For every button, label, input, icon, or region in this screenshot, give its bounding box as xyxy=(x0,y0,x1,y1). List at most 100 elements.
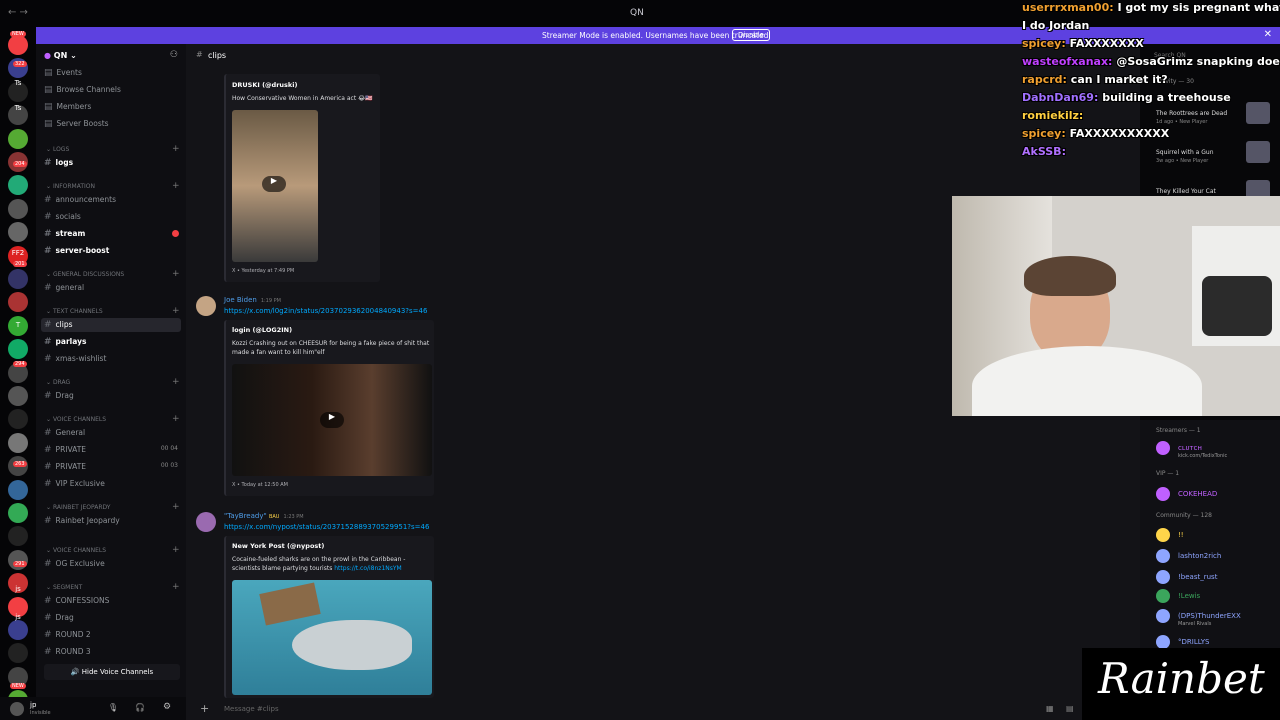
category-information[interactable]: ⌄ INFORMATION xyxy=(46,183,95,190)
avatar[interactable] xyxy=(1156,589,1170,603)
add-channel-icon[interactable]: + xyxy=(172,582,180,592)
server-icon[interactable] xyxy=(8,386,28,406)
channel-item-confessions[interactable]: # CONFESSIONS xyxy=(44,596,184,606)
server-icon[interactable] xyxy=(8,128,28,149)
channel-item-xmas-wishlist[interactable]: # xmas-wishlist xyxy=(44,354,184,364)
activity-title[interactable]: They Killed Your Cat xyxy=(1156,188,1216,195)
add-channel-icon[interactable]: + xyxy=(172,181,180,191)
headphones-icon[interactable]: 🎧 xyxy=(135,703,145,712)
play-icon[interactable]: ▶ xyxy=(320,412,344,428)
back-forward-icon[interactable]: ← → xyxy=(8,7,28,18)
gift-icon[interactable]: ▦ xyxy=(1046,704,1054,713)
server-label[interactable]: js xyxy=(8,607,28,627)
embed-author[interactable]: New York Post (@nypost) xyxy=(232,542,324,550)
add-channel-icon[interactable]: + xyxy=(172,502,180,512)
avatar[interactable] xyxy=(1156,549,1170,563)
embed-image[interactable] xyxy=(232,580,432,695)
add-channel-icon[interactable]: + xyxy=(172,545,180,555)
embed-author[interactable]: login (@LOG2IN) xyxy=(232,326,292,334)
avatar[interactable] xyxy=(196,296,216,316)
avatar[interactable] xyxy=(1156,528,1170,542)
channel-item-drag[interactable]: # Drag xyxy=(44,613,184,623)
message-link[interactable]: https://x.com/nypost/status/203715288937… xyxy=(224,523,429,531)
category-logs[interactable]: ⌄ LOGS xyxy=(46,146,69,153)
server-icon[interactable] xyxy=(8,35,28,55)
embed-author[interactable]: DRUSKI (@druski) xyxy=(232,81,297,89)
hide-voice-channels-button[interactable]: 🔊 Hide Voice Channels xyxy=(44,664,180,680)
add-member-icon[interactable]: ⚇ xyxy=(170,50,178,60)
add-channel-icon[interactable]: + xyxy=(172,269,180,279)
embed-video-thumbnail[interactable]: ▶ xyxy=(232,364,432,476)
add-channel-icon[interactable]: + xyxy=(172,306,180,316)
message-author[interactable]: "TayBready" BAU 1:23 PM xyxy=(224,512,304,520)
add-channel-icon[interactable]: + xyxy=(172,414,180,424)
channel-item-private[interactable]: # PRIVATE 00 04 xyxy=(44,445,184,455)
embed-video-thumbnail[interactable]: ▶ xyxy=(232,110,318,262)
avatar[interactable] xyxy=(1156,487,1170,501)
avatar[interactable] xyxy=(10,702,24,716)
channel-item-drag[interactable]: # Drag xyxy=(44,391,184,401)
member-item[interactable]: !beast_rust xyxy=(1178,573,1217,581)
member-item[interactable]: lashton2rich xyxy=(1178,552,1221,560)
channel-item-vip-exclusive[interactable]: # VIP Exclusive xyxy=(44,479,184,489)
server-label[interactable]: Ts xyxy=(8,98,28,118)
category-text-channels[interactable]: ⌄ TEXT CHANNELS xyxy=(46,308,103,315)
member-item[interactable]: ᴄʟᴜᴛᴄʜ xyxy=(1178,444,1202,452)
channel-item-server-boost[interactable]: # server-boost xyxy=(44,246,184,256)
channel-item-browse-channels[interactable]: ▤ Browse Channels xyxy=(44,85,184,95)
member-item[interactable]: COKEHEAD xyxy=(1178,490,1217,498)
avatar[interactable] xyxy=(1156,635,1170,649)
channel-item-logs[interactable]: # logs xyxy=(44,158,184,168)
category-drag[interactable]: ⌄ Drag xyxy=(46,379,70,386)
channel-item-events[interactable]: ▤ Events xyxy=(44,68,184,78)
message-link[interactable]: https://x.com/l0g2in/status/203702936200… xyxy=(224,307,427,315)
server-icon[interactable] xyxy=(8,503,28,523)
category-voice-channels[interactable]: ⌄ Voice Channels xyxy=(46,416,106,423)
channel-item-round-3[interactable]: # ROUND 3 xyxy=(44,647,184,657)
member-item[interactable]: (DPS)ThunderEXX xyxy=(1178,612,1241,620)
category-voice-channels[interactable]: ⌄ Voice Channels xyxy=(46,547,106,554)
avatar[interactable] xyxy=(1156,609,1170,623)
server-name[interactable]: ● QN ⌄ xyxy=(44,51,77,60)
avatar[interactable] xyxy=(196,512,216,532)
server-icon[interactable] xyxy=(8,339,28,360)
message-composer[interactable]: + Message #clips ▦ ▤ xyxy=(194,702,1134,716)
play-icon[interactable]: ▶ xyxy=(262,176,286,192)
avatar[interactable] xyxy=(1156,570,1170,584)
server-label[interactable]: T xyxy=(8,315,28,335)
channel-item-round-2[interactable]: # ROUND 2 xyxy=(44,630,184,640)
add-channel-icon[interactable]: + xyxy=(172,377,180,387)
channel-item-parlays[interactable]: # parlays xyxy=(44,337,184,347)
member-item[interactable]: °DRILLYS xyxy=(1178,638,1209,646)
channel-item-clips[interactable]: # clips xyxy=(41,318,181,332)
channel-item-socials[interactable]: # socials xyxy=(44,212,184,222)
category-segment[interactable]: ⌄ Segment xyxy=(46,584,82,591)
add-channel-icon[interactable]: + xyxy=(172,144,180,154)
microphone-icon[interactable]: 🎙 xyxy=(108,703,118,712)
message-author[interactable]: Joe Biden 1:19 PM xyxy=(224,296,281,304)
channel-item-rainbet-jeopardy[interactable]: # Rainbet Jeopardy xyxy=(44,516,184,526)
server-icon[interactable] xyxy=(8,292,28,313)
message-input[interactable]: Message #clips xyxy=(224,705,279,713)
server-icon[interactable] xyxy=(8,269,28,289)
channel-item-private[interactable]: # PRIVATE 00 03 xyxy=(44,462,184,472)
channel-item-general[interactable]: # general xyxy=(44,283,184,293)
server-icon[interactable] xyxy=(8,479,28,500)
gif-icon[interactable]: ▤ xyxy=(1066,704,1074,713)
server-icon[interactable] xyxy=(8,222,28,243)
channel-item-server-boosts[interactable]: ▤ Server Boosts xyxy=(44,119,184,129)
server-label[interactable]: Ts xyxy=(8,73,28,93)
channel-item-general[interactable]: # General xyxy=(44,428,184,438)
category-general-discussions[interactable]: ⌄ GENERAL DISCUSSIONS xyxy=(46,271,124,278)
channel-item-og-exclusive[interactable]: # OG Exclusive xyxy=(44,559,184,569)
server-label[interactable]: FF2 xyxy=(8,243,28,263)
server-icon[interactable] xyxy=(8,432,28,453)
server-icon[interactable] xyxy=(8,643,28,664)
disable-button[interactable]: Disable xyxy=(732,29,770,41)
server-icon[interactable] xyxy=(8,175,28,196)
channel-item-stream[interactable]: # stream xyxy=(44,229,184,239)
avatar[interactable] xyxy=(1156,441,1170,455)
add-attachment-icon[interactable]: + xyxy=(200,702,209,715)
channel-item-announcements[interactable]: # announcements xyxy=(44,195,184,205)
server-label[interactable]: js xyxy=(8,579,28,599)
